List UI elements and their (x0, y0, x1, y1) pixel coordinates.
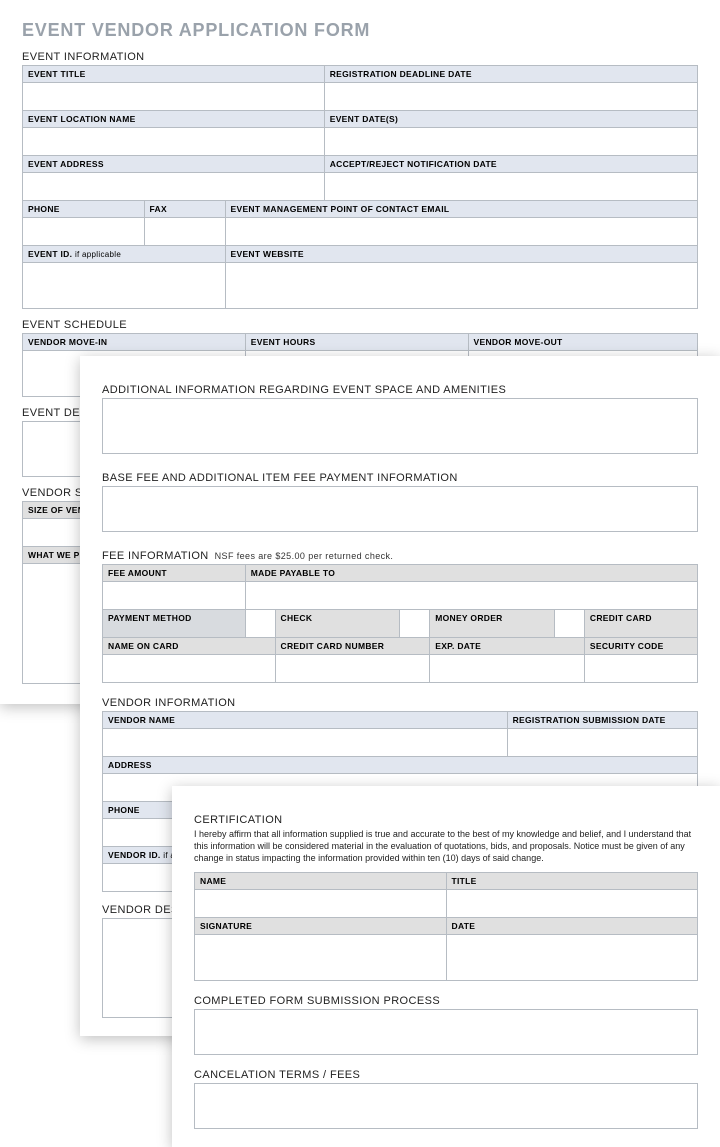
input-cert-signature[interactable] (195, 935, 447, 981)
input-event-address[interactable] (23, 173, 325, 201)
fee-nsf-note: NSF fees are $25.00 per returned check. (215, 551, 394, 561)
checkbox-credit-card[interactable] (555, 610, 585, 638)
input-mgmt-email[interactable] (225, 218, 698, 246)
input-phone[interactable] (23, 218, 145, 246)
heading-event-information: EVENT INFORMATION (22, 51, 698, 63)
heading-vendor-information: VENDOR INFORMATION (102, 697, 698, 709)
label-name-on-card: NAME ON CARD (103, 638, 276, 655)
label-mgmt-email: EVENT MANAGEMENT POINT OF CONTACT EMAIL (225, 201, 698, 218)
heading-fee-information: FEE INFORMATIONNSF fees are $25.00 per r… (102, 550, 698, 562)
label-event-id: EVENT ID. if applicable (23, 246, 226, 263)
heading-base-fee: BASE FEE AND ADDITIONAL ITEM FEE PAYMENT… (102, 472, 698, 484)
label-fax: FAX (144, 201, 225, 218)
label-payable-to: MADE PAYABLE TO (245, 565, 697, 582)
label-vendor-address: ADDRESS (103, 757, 698, 774)
heading-additional-info: ADDITIONAL INFORMATION REGARDING EVENT S… (102, 384, 698, 396)
label-move-out: VENDOR MOVE-OUT (468, 334, 698, 351)
label-exp-date: EXP. DATE (430, 638, 585, 655)
input-payable-to[interactable] (245, 582, 697, 610)
input-registration-deadline[interactable] (324, 83, 697, 111)
label-vendor-name: VENDOR NAME (103, 712, 508, 729)
input-security-code[interactable] (584, 655, 697, 683)
input-cc-number[interactable] (275, 655, 430, 683)
label-payment-method: PAYMENT METHOD (103, 610, 246, 638)
label-cc-number: CREDIT CARD NUMBER (275, 638, 430, 655)
input-additional-info[interactable] (102, 398, 698, 454)
form-page-3: CERTIFICATION I hereby affirm that all i… (172, 786, 720, 1147)
input-name-on-card[interactable] (103, 655, 276, 683)
label-phone: PHONE (23, 201, 145, 218)
label-money-order: MONEY ORDER (430, 610, 555, 638)
input-cancellation-terms[interactable] (194, 1083, 698, 1129)
label-event-website: EVENT WEBSITE (225, 246, 698, 263)
certification-table: NAME TITLE SIGNATURE DATE (194, 872, 698, 981)
label-fee-amount: FEE AMOUNT (103, 565, 246, 582)
checkbox-money-order[interactable] (400, 610, 430, 638)
input-event-id[interactable] (23, 263, 226, 309)
input-vendor-name[interactable] (103, 729, 508, 757)
label-security-code: SECURITY CODE (584, 638, 697, 655)
label-event-address: EVENT ADDRESS (23, 156, 325, 173)
heading-certification: CERTIFICATION (194, 814, 698, 826)
label-event-title: EVENT TITLE (23, 66, 325, 83)
input-cert-title[interactable] (446, 890, 698, 918)
input-event-title[interactable] (23, 83, 325, 111)
label-cert-date: DATE (446, 918, 698, 935)
label-accept-reject: ACCEPT/REJECT NOTIFICATION DATE (324, 156, 697, 173)
event-info-table: EVENT TITLE REGISTRATION DEADLINE DATE E… (22, 65, 698, 309)
fee-info-table: FEE AMOUNT MADE PAYABLE TO PAYMENT METHO… (102, 564, 698, 683)
input-cert-date[interactable] (446, 935, 698, 981)
input-submission-process[interactable] (194, 1009, 698, 1055)
label-check: CHECK (275, 610, 400, 638)
heading-event-schedule: EVENT SCHEDULE (22, 319, 698, 331)
label-cert-signature: SIGNATURE (195, 918, 447, 935)
checkbox-check[interactable] (245, 610, 275, 638)
heading-cancellation-terms: CANCELATION TERMS / FEES (194, 1069, 698, 1081)
input-exp-date[interactable] (430, 655, 585, 683)
input-cert-name[interactable] (195, 890, 447, 918)
input-event-website[interactable] (225, 263, 698, 309)
label-event-hours: EVENT HOURS (245, 334, 468, 351)
certification-text: I hereby affirm that all information sup… (194, 828, 698, 864)
input-base-fee[interactable] (102, 486, 698, 532)
input-event-location[interactable] (23, 128, 325, 156)
input-reg-submission-date[interactable] (507, 729, 697, 757)
label-cert-name: NAME (195, 873, 447, 890)
label-cert-title: TITLE (446, 873, 698, 890)
label-move-in: VENDOR MOVE-IN (23, 334, 246, 351)
label-reg-submission-date: REGISTRATION SUBMISSION DATE (507, 712, 697, 729)
input-accept-reject[interactable] (324, 173, 697, 201)
input-event-dates[interactable] (324, 128, 697, 156)
input-fax[interactable] (144, 218, 225, 246)
label-event-location: EVENT LOCATION NAME (23, 111, 325, 128)
page-title: EVENT VENDOR APPLICATION FORM (22, 20, 698, 41)
input-fee-amount[interactable] (103, 582, 246, 610)
label-event-dates: EVENT DATE(S) (324, 111, 697, 128)
label-credit-card: CREDIT CARD (584, 610, 697, 638)
label-registration-deadline: REGISTRATION DEADLINE DATE (324, 66, 697, 83)
heading-submission-process: COMPLETED FORM SUBMISSION PROCESS (194, 995, 698, 1007)
